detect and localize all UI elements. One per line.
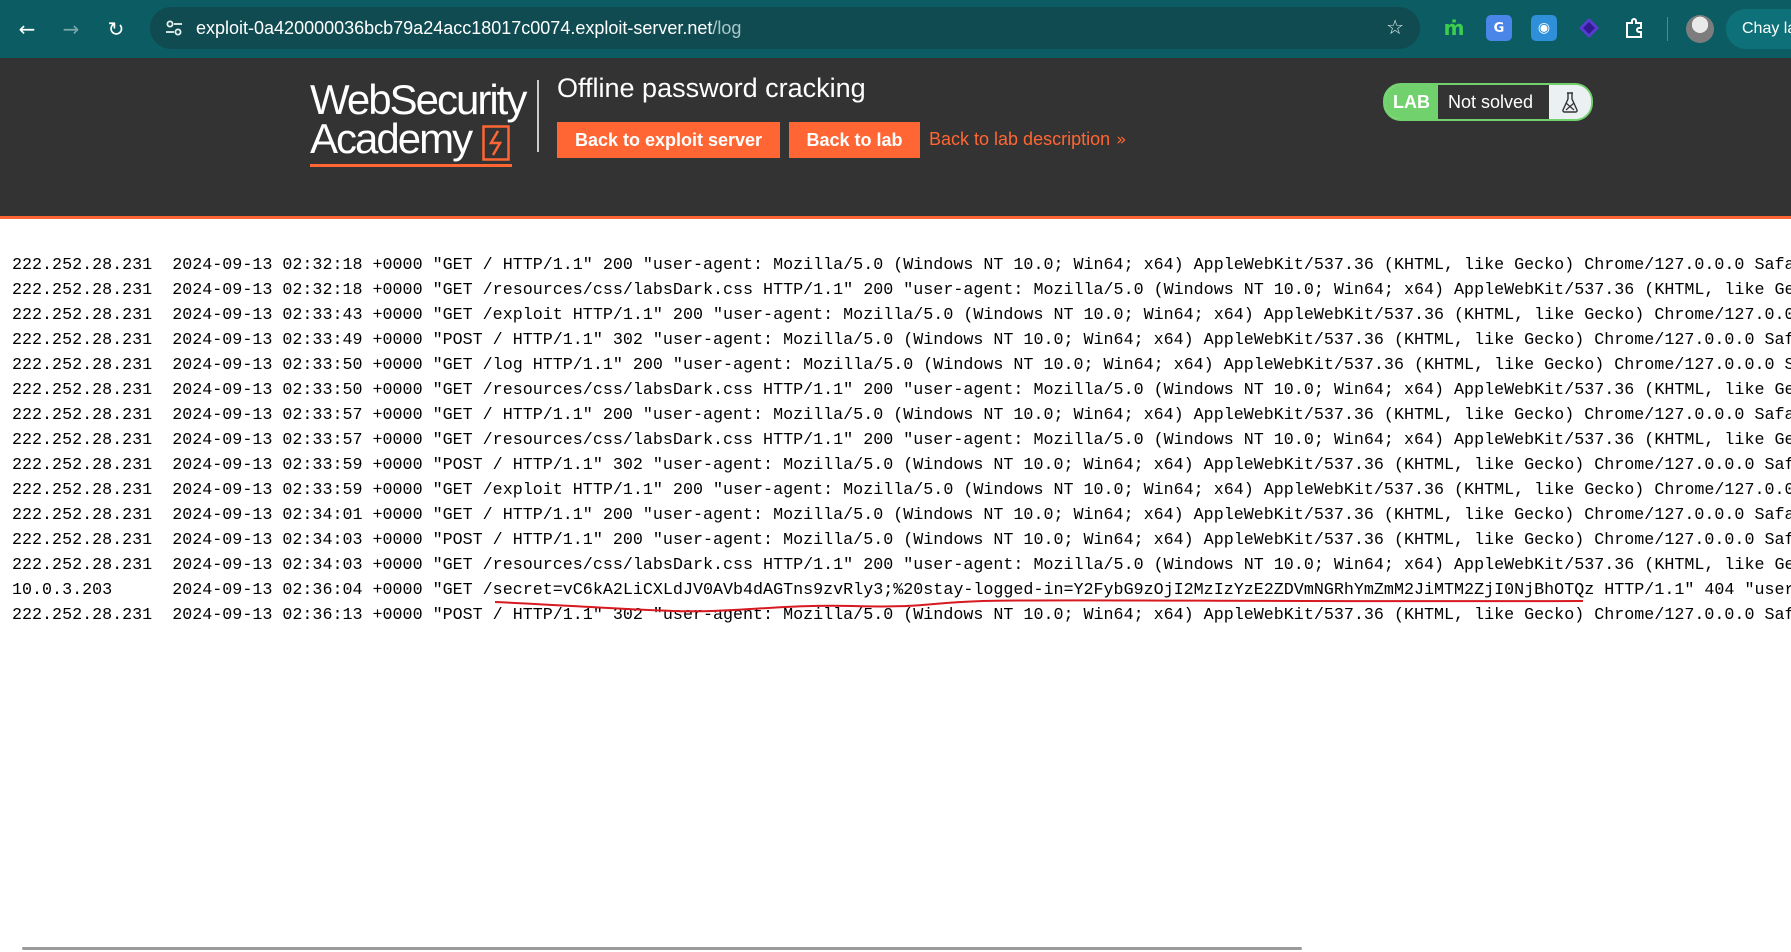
url-path: /log — [712, 18, 742, 38]
web-security-academy-logo[interactable]: WebSecurity Academy — [310, 76, 535, 175]
back-to-exploit-server-button[interactable]: Back to exploit server — [557, 122, 780, 158]
logo-line2: Academy — [310, 115, 473, 162]
log-line: 222.252.28.231 2024-09-13 02:36:13 +0000… — [12, 606, 1791, 625]
extensions-puzzle-icon[interactable] — [1621, 15, 1647, 41]
double-chevron-right-icon: » — [1116, 130, 1127, 150]
log-line: 222.252.28.231 2024-09-13 02:34:03 +0000… — [12, 556, 1791, 575]
reload-icon[interactable]: ↻ — [99, 12, 133, 46]
log-line: 222.252.28.231 2024-09-13 02:33:50 +0000… — [12, 356, 1791, 375]
access-log: 222.252.28.231 2024-09-13 02:32:18 +0000… — [12, 253, 1791, 653]
log-line: 222.252.28.231 2024-09-13 02:34:03 +0000… — [12, 531, 1791, 550]
bookmark-star-icon[interactable]: ☆ — [1386, 15, 1404, 39]
lab-header: WebSecurity Academy Offline password cra… — [0, 58, 1791, 219]
log-line: 222.252.28.231 2024-09-13 02:33:57 +0000… — [12, 406, 1791, 425]
toolbar-divider — [1667, 17, 1668, 41]
flask-icon — [1549, 85, 1591, 119]
address-bar[interactable]: exploit-0a420000036bcb79a24acc18017c0074… — [150, 7, 1420, 49]
diamond-extension-icon[interactable] — [1576, 15, 1602, 41]
logo-underline — [310, 164, 512, 167]
logo-separator — [537, 80, 539, 152]
log-line: 222.252.28.231 2024-09-13 02:33:57 +0000… — [12, 431, 1791, 450]
browser-toolbar: ← → ↻ exploit-0a420000036bcb79a24acc1801… — [0, 0, 1791, 58]
log-line: 222.252.28.231 2024-09-13 02:33:50 +0000… — [12, 381, 1791, 400]
log-line: 222.252.28.231 2024-09-13 02:32:18 +0000… — [12, 256, 1791, 275]
horizontal-scrollbar[interactable] — [22, 947, 1302, 950]
lab-status-widget: LAB Not solved — [1383, 83, 1593, 121]
site-info-icon[interactable] — [162, 16, 186, 40]
back-to-lab-description-label: Back to lab description — [929, 129, 1111, 149]
lab-badge: LAB — [1385, 85, 1438, 119]
log-line: 222.252.28.231 2024-09-13 02:32:18 +0000… — [12, 281, 1791, 300]
logo-line1: WebSecurity — [310, 76, 527, 123]
profile-name-button[interactable]: Chay la — [1726, 9, 1791, 49]
log-line: 222.252.28.231 2024-09-13 02:34:01 +0000… — [12, 506, 1791, 525]
back-to-lab-description-link[interactable]: Back to lab description» — [929, 129, 1127, 150]
url-host: exploit-0a420000036bcb79a24acc18017c0074… — [196, 18, 713, 38]
back-to-lab-button[interactable]: Back to lab — [789, 122, 920, 158]
lab-title: Offline password cracking — [557, 73, 866, 103]
droplet-extension-icon[interactable]: ◉ — [1531, 15, 1557, 41]
translate-extension-icon[interactable]: G — [1486, 15, 1512, 41]
log-line: 222.252.28.231 2024-09-13 02:33:59 +0000… — [12, 481, 1791, 500]
logo-bolt-icon — [482, 125, 510, 161]
log-line: 222.252.28.231 2024-09-13 02:33:59 +0000… — [12, 456, 1791, 475]
lab-status-text: Not solved — [1438, 85, 1549, 119]
log-line: 222.252.28.231 2024-09-13 02:33:49 +0000… — [12, 331, 1791, 350]
extension-m-icon[interactable]: ṁ — [1441, 15, 1467, 41]
url-text[interactable]: exploit-0a420000036bcb79a24acc18017c0074… — [196, 18, 741, 39]
log-line: 10.0.3.203 2024-09-13 02:36:04 +0000 "GE… — [12, 581, 1791, 600]
back-arrow-icon[interactable]: ← — [10, 12, 44, 46]
log-line: 222.252.28.231 2024-09-13 02:33:43 +0000… — [12, 306, 1791, 325]
profile-avatar[interactable] — [1686, 15, 1714, 43]
forward-arrow-icon[interactable]: → — [54, 12, 88, 46]
